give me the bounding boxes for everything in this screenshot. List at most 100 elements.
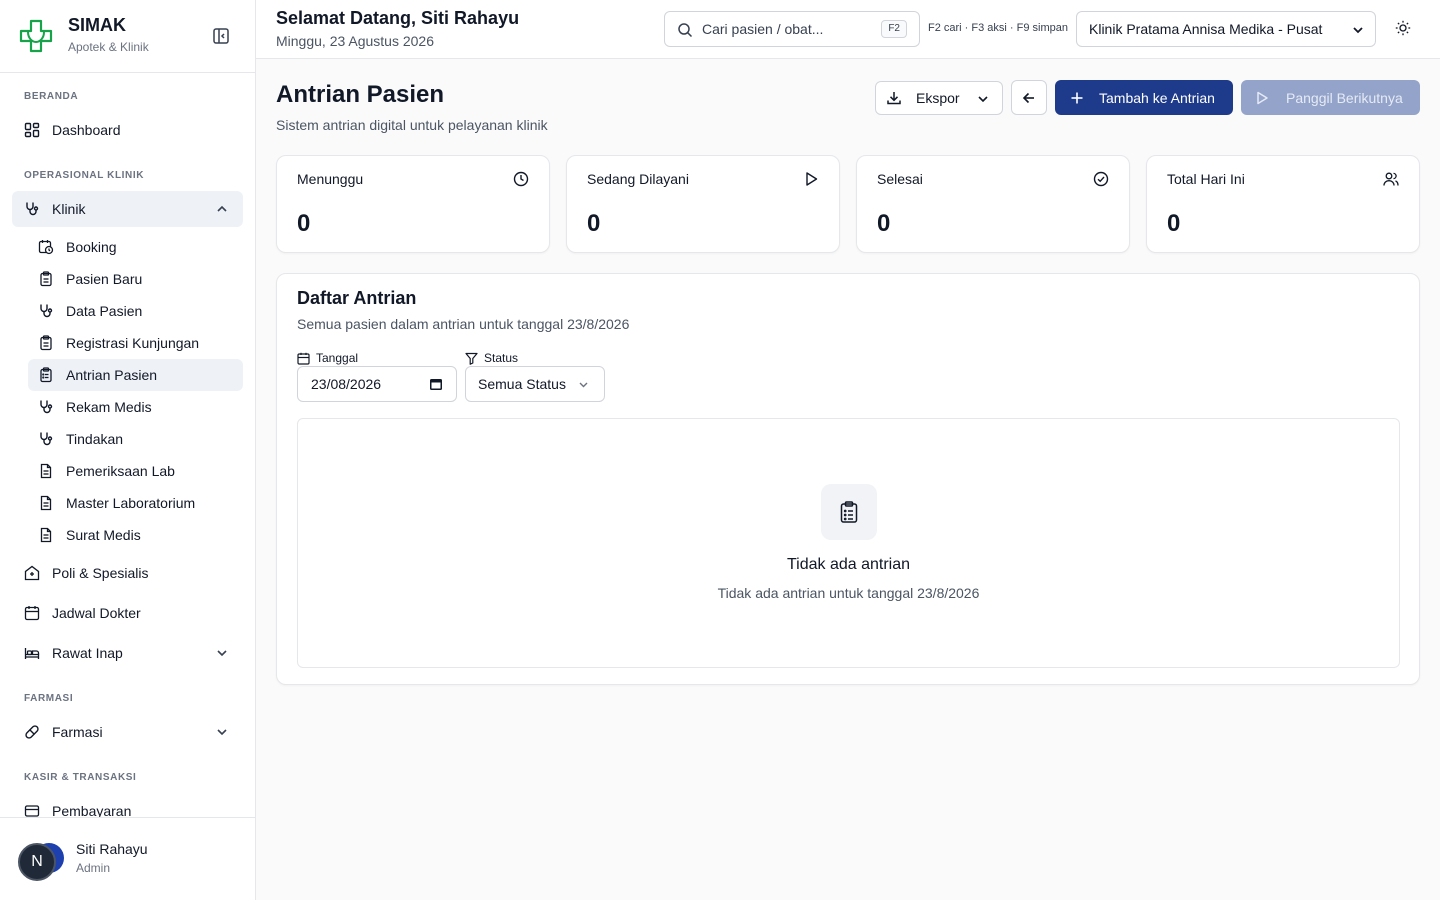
brand-subtitle: Apotek & Klinik: [68, 40, 149, 54]
avatar[interactable]: N: [18, 843, 56, 881]
chevron-up-icon: [217, 205, 227, 212]
topbar: Selamat Datang, Siti Rahayu Minggu, 23 A…: [256, 0, 1440, 59]
filter-icon: [465, 352, 478, 365]
clinic-select[interactable]: Klinik Pratama Annisa Medika - Pusat: [1076, 11, 1376, 47]
sidebar-item-data-pasien[interactable]: Data Pasien: [28, 295, 243, 327]
clipboard-icon: [40, 271, 52, 287]
clipboard-icon: [40, 335, 52, 351]
calendar-clock-icon: [38, 240, 54, 255]
sidebar-item-label: Master Laboratorium: [66, 495, 196, 511]
chevron-down-icon: [217, 650, 227, 657]
chevron-down-icon: [217, 729, 227, 736]
calendar-icon: [297, 352, 310, 365]
file-text-icon: [40, 527, 52, 543]
export-button[interactable]: Ekspor: [875, 81, 1003, 115]
stethoscope-icon: [40, 304, 53, 318]
chevron-down-icon: [579, 382, 588, 388]
sidebar-item-poli-spesialis[interactable]: Poli & Spesialis: [12, 555, 243, 591]
user-role: Admin: [76, 861, 111, 875]
clipboard-list-icon: [840, 501, 858, 523]
sidebar-item-label: Booking: [66, 239, 117, 255]
queue-list-title: Daftar Antrian: [297, 288, 417, 308]
dashboard-icon: [24, 122, 40, 138]
sidebar-item-registrasi-kunjungan[interactable]: Registrasi Kunjungan: [28, 327, 243, 359]
search-shortcut-badge: F2: [881, 20, 907, 38]
status-filter-select[interactable]: Semua Status: [465, 366, 605, 402]
stat-card-total-hari-ini: Total Hari Ini 0: [1146, 155, 1420, 253]
sidebar-item-antrian-pasien[interactable]: Antrian Pasien: [28, 359, 243, 391]
stat-label: Total Hari Ini: [1167, 171, 1245, 187]
date-filter-value: 23/08/2026: [311, 376, 382, 392]
users-icon: [1383, 172, 1399, 186]
sidebar-item-label: Farmasi: [52, 724, 103, 740]
back-button[interactable]: [1011, 80, 1047, 115]
chevron-down-icon: [978, 96, 988, 103]
stethoscope-icon: [40, 432, 53, 446]
date-filter-input[interactable]: 23/08/2026: [297, 366, 457, 402]
sidebar-item-dashboard[interactable]: Dashboard: [12, 112, 243, 148]
sidebar-item-label: Klinik: [52, 201, 86, 217]
stethoscope-icon: [26, 202, 39, 216]
section-farmasi: FARMASI: [24, 693, 74, 704]
clinic-select-value: Klinik Pratama Annisa Medika - Pusat: [1089, 21, 1323, 37]
sidebar-item-label: Surat Medis: [66, 527, 141, 543]
keyboard-hints: F2 cari · F3 aksi · F9 simpan: [928, 22, 1068, 34]
brand-name: SIMAK: [68, 15, 126, 35]
sidebar-item-booking[interactable]: Booking: [28, 231, 243, 263]
section-beranda: BERANDA: [24, 91, 79, 102]
calendar-icon: [24, 606, 40, 621]
sidebar-item-pasien-baru[interactable]: Pasien Baru: [28, 263, 243, 295]
bed-icon: [24, 648, 40, 659]
sidebar-item-label: Rekam Medis: [66, 399, 152, 415]
sidebar-item-pembayaran[interactable]: Pembayaran: [12, 793, 243, 817]
queue-list-card: Daftar Antrian Semua pasien dalam antria…: [276, 273, 1420, 685]
file-text-icon: [40, 463, 52, 479]
sidebar-collapse-icon[interactable]: [212, 27, 230, 45]
sidebar-item-rawat-inap[interactable]: Rawat Inap: [12, 635, 243, 671]
sidebar: SIMAK Apotek & Klinik BERANDA Dashboard …: [0, 0, 256, 900]
sidebar-item-label: Pasien Baru: [66, 271, 143, 287]
file-text-icon: [40, 495, 52, 511]
sidebar-item-label: Registrasi Kunjungan: [66, 335, 200, 351]
sun-icon[interactable]: [1395, 20, 1411, 36]
empty-state-title: Tidak ada antrian: [786, 556, 911, 573]
sidebar-item-klinik[interactable]: Klinik: [12, 191, 243, 227]
export-label: Ekspor: [916, 90, 960, 106]
call-next-button[interactable]: Panggil Berikutnya: [1241, 80, 1420, 115]
queue-list-subtitle: Semua pasien dalam antrian untuk tanggal…: [297, 316, 630, 332]
arrow-left-icon: [1022, 92, 1034, 103]
greeting: Selamat Datang, Siti Rahayu: [276, 8, 520, 28]
stat-value: 0: [1167, 210, 1181, 237]
plus-icon: [1071, 92, 1083, 103]
clock-icon: [513, 171, 529, 187]
page-subtitle: Sistem antrian digital untuk pelayanan k…: [276, 117, 548, 133]
sidebar-item-label: Data Pasien: [66, 303, 143, 319]
brand-header: SIMAK Apotek & Klinik: [0, 0, 255, 73]
credit-card-icon: [24, 805, 40, 817]
date-filter-label: Tanggal: [297, 351, 358, 365]
stat-label: Selesai: [877, 171, 923, 187]
sidebar-item-pemeriksaan-lab[interactable]: Pemeriksaan Lab: [28, 455, 243, 487]
chevron-down-icon: [1353, 27, 1363, 34]
add-to-queue-button[interactable]: Tambah ke Antrian: [1055, 80, 1233, 115]
sidebar-item-jadwal-dokter[interactable]: Jadwal Dokter: [12, 595, 243, 631]
sidebar-item-label: Dashboard: [52, 122, 121, 138]
search-input[interactable]: Cari pasien / obat... F2: [664, 11, 920, 47]
sidebar-nav: BERANDA Dashboard OPERASIONAL KLINIK Kli…: [0, 73, 255, 817]
play-icon: [806, 172, 818, 186]
status-filter-label-text: Status: [484, 351, 519, 365]
stat-label: Sedang Dilayani: [587, 171, 689, 187]
add-to-queue-label: Tambah ke Antrian: [1099, 89, 1215, 106]
sidebar-item-surat-medis[interactable]: Surat Medis: [28, 519, 243, 551]
sidebar-item-label: Rawat Inap: [52, 645, 123, 661]
status-filter-value: Semua Status: [478, 376, 566, 392]
download-icon: [887, 92, 901, 105]
clipboard-list-icon: [40, 367, 52, 383]
sidebar-item-label: Antrian Pasien: [66, 367, 158, 383]
sidebar-item-farmasi[interactable]: Farmasi: [12, 714, 243, 750]
status-filter-label: Status: [465, 351, 518, 365]
sidebar-item-tindakan[interactable]: Tindakan: [28, 423, 243, 455]
sidebar-item-rekam-medis[interactable]: Rekam Medis: [28, 391, 243, 423]
sidebar-item-master-laboratorium[interactable]: Master Laboratorium: [28, 487, 243, 519]
sidebar-item-label: Tindakan: [66, 431, 124, 447]
